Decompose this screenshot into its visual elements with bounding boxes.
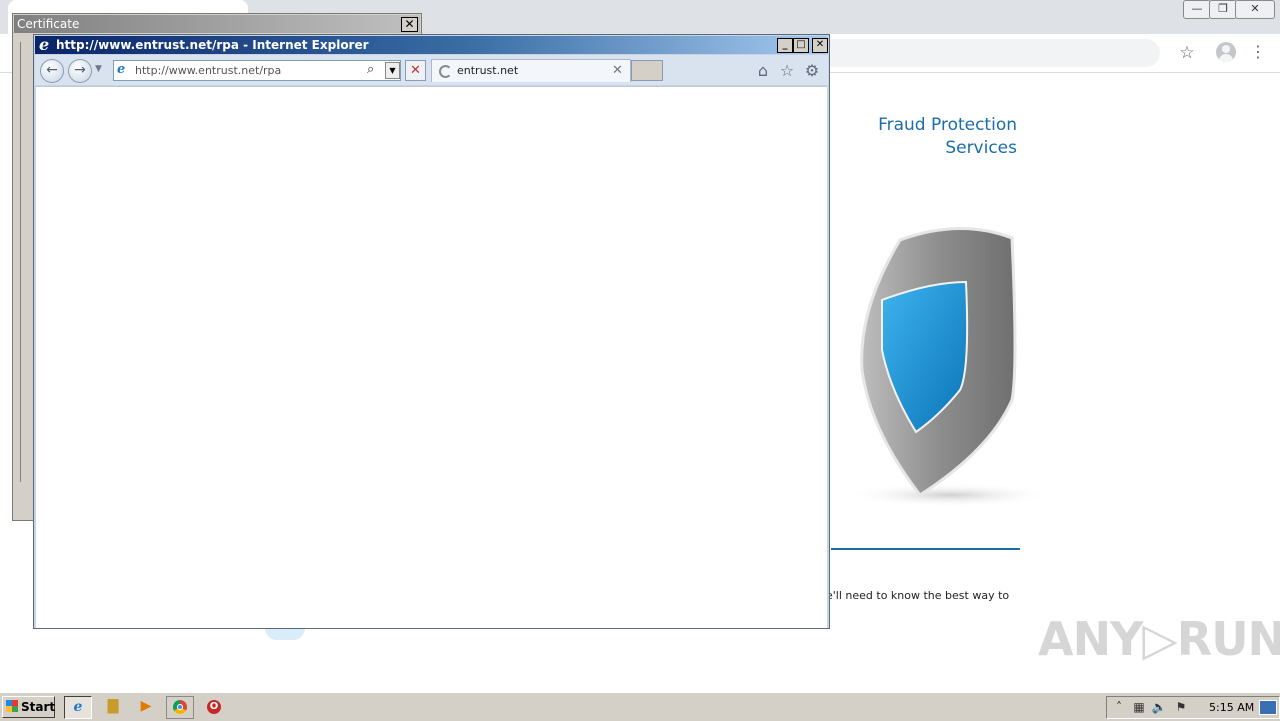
chrome-menu-icon[interactable]: ⋮: [1250, 42, 1266, 62]
show-hidden-icons-icon[interactable]: ˄: [1111, 699, 1127, 715]
volume-icon[interactable]: 🔈: [1151, 699, 1167, 715]
bookmark-star-icon[interactable]: ☆: [1177, 43, 1197, 63]
page-heading-line1: Fraud Protection: [878, 115, 1017, 135]
system-tray: ˄ ▦ 🔈 ⚑ 5:15 AM: [1106, 696, 1280, 719]
loading-spinner-icon: [439, 65, 452, 78]
start-button[interactable]: Start: [2, 696, 55, 718]
ie-window: e http://www.entrust.net/rpa - Internet …: [33, 34, 830, 629]
start-label: Start: [21, 700, 56, 714]
site-ie-icon: e: [117, 62, 126, 77]
anyrun-watermark-logo: ANY▷RUN: [1038, 612, 1280, 666]
certificate-title: Certificate: [17, 17, 80, 31]
action-center-flag-icon[interactable]: ⚑: [1173, 699, 1189, 715]
taskbar: Start e ▇ ▶ O ˄ ▦ 🔈 ⚑ 5:15 AM: [0, 692, 1280, 721]
ie-page-content[interactable]: [36, 86, 827, 628]
home-icon[interactable]: ⌂: [753, 61, 773, 81]
chrome-restore-button[interactable]: ❐: [1209, 0, 1237, 19]
divider-line: [831, 548, 1020, 550]
forward-arrow-icon[interactable]: →: [68, 59, 92, 83]
chrome-minimize-button[interactable]: —: [1183, 0, 1211, 19]
taskbar-opera-icon[interactable]: O: [201, 696, 227, 717]
ie-minimize-button[interactable]: _: [777, 38, 793, 53]
back-arrow-icon[interactable]: ←: [40, 59, 64, 83]
chrome-logo-icon: [173, 700, 187, 714]
chrome-close-button[interactable]: ✕: [1235, 0, 1275, 19]
windows-flag-icon: [6, 700, 18, 712]
favorites-star-icon[interactable]: ☆: [777, 61, 797, 81]
network-icon[interactable]: ▦: [1131, 699, 1147, 715]
body-text-fragment: e'll need to know the best way to: [826, 589, 1010, 602]
search-icon[interactable]: ⌕: [367, 62, 374, 77]
taskbar-ie-icon[interactable]: e: [64, 696, 92, 719]
new-tab-button[interactable]: [631, 60, 663, 81]
taskbar-chrome-icon[interactable]: [166, 696, 194, 719]
ie-navigation-bar: ← → ▼ e http://www.entrust.net/rpa ⌕ ▼ ✕…: [35, 55, 828, 85]
profile-avatar-icon[interactable]: [1216, 42, 1236, 62]
address-text[interactable]: http://www.entrust.net/rpa: [135, 64, 281, 77]
page-heading: Fraud Protection Services: [860, 114, 1017, 160]
tab-close-icon[interactable]: ✕: [612, 63, 623, 78]
ie-logo-icon: e: [39, 35, 50, 54]
ie-window-title: http://www.entrust.net/rpa - Internet Ex…: [56, 38, 369, 52]
ie-tab-entrust[interactable]: entrust.net ✕: [431, 59, 631, 82]
ie-close-button[interactable]: ✕: [812, 38, 828, 53]
shield-illustration: [845, 226, 1055, 507]
ie-tab-label: entrust.net: [457, 64, 519, 77]
page-heading-line2: Services: [945, 138, 1017, 158]
decorative-shape: [265, 628, 305, 640]
show-desktop-icon[interactable]: [1259, 700, 1277, 715]
certificate-titlebar[interactable]: Certificate ✕: [14, 15, 420, 33]
certificate-panel-edge: [20, 42, 31, 482]
certificate-close-button[interactable]: ✕: [401, 17, 418, 32]
ie-titlebar[interactable]: e http://www.entrust.net/rpa - Internet …: [35, 36, 828, 54]
stop-loading-icon[interactable]: ✕: [405, 60, 426, 81]
address-bar[interactable]: e http://www.entrust.net/rpa ⌕ ▼: [113, 60, 401, 81]
ie-maximize-button[interactable]: □: [793, 38, 809, 53]
history-dropdown-icon[interactable]: ▼: [95, 64, 102, 74]
clock[interactable]: 5:15 AM: [1209, 701, 1254, 714]
taskbar-media-player-icon[interactable]: ▶: [133, 696, 159, 717]
address-dropdown-icon[interactable]: ▼: [385, 62, 400, 79]
opera-logo-icon: O: [207, 700, 221, 714]
taskbar-folder-icon[interactable]: ▇: [100, 696, 126, 717]
gear-icon[interactable]: ⚙: [802, 61, 822, 81]
